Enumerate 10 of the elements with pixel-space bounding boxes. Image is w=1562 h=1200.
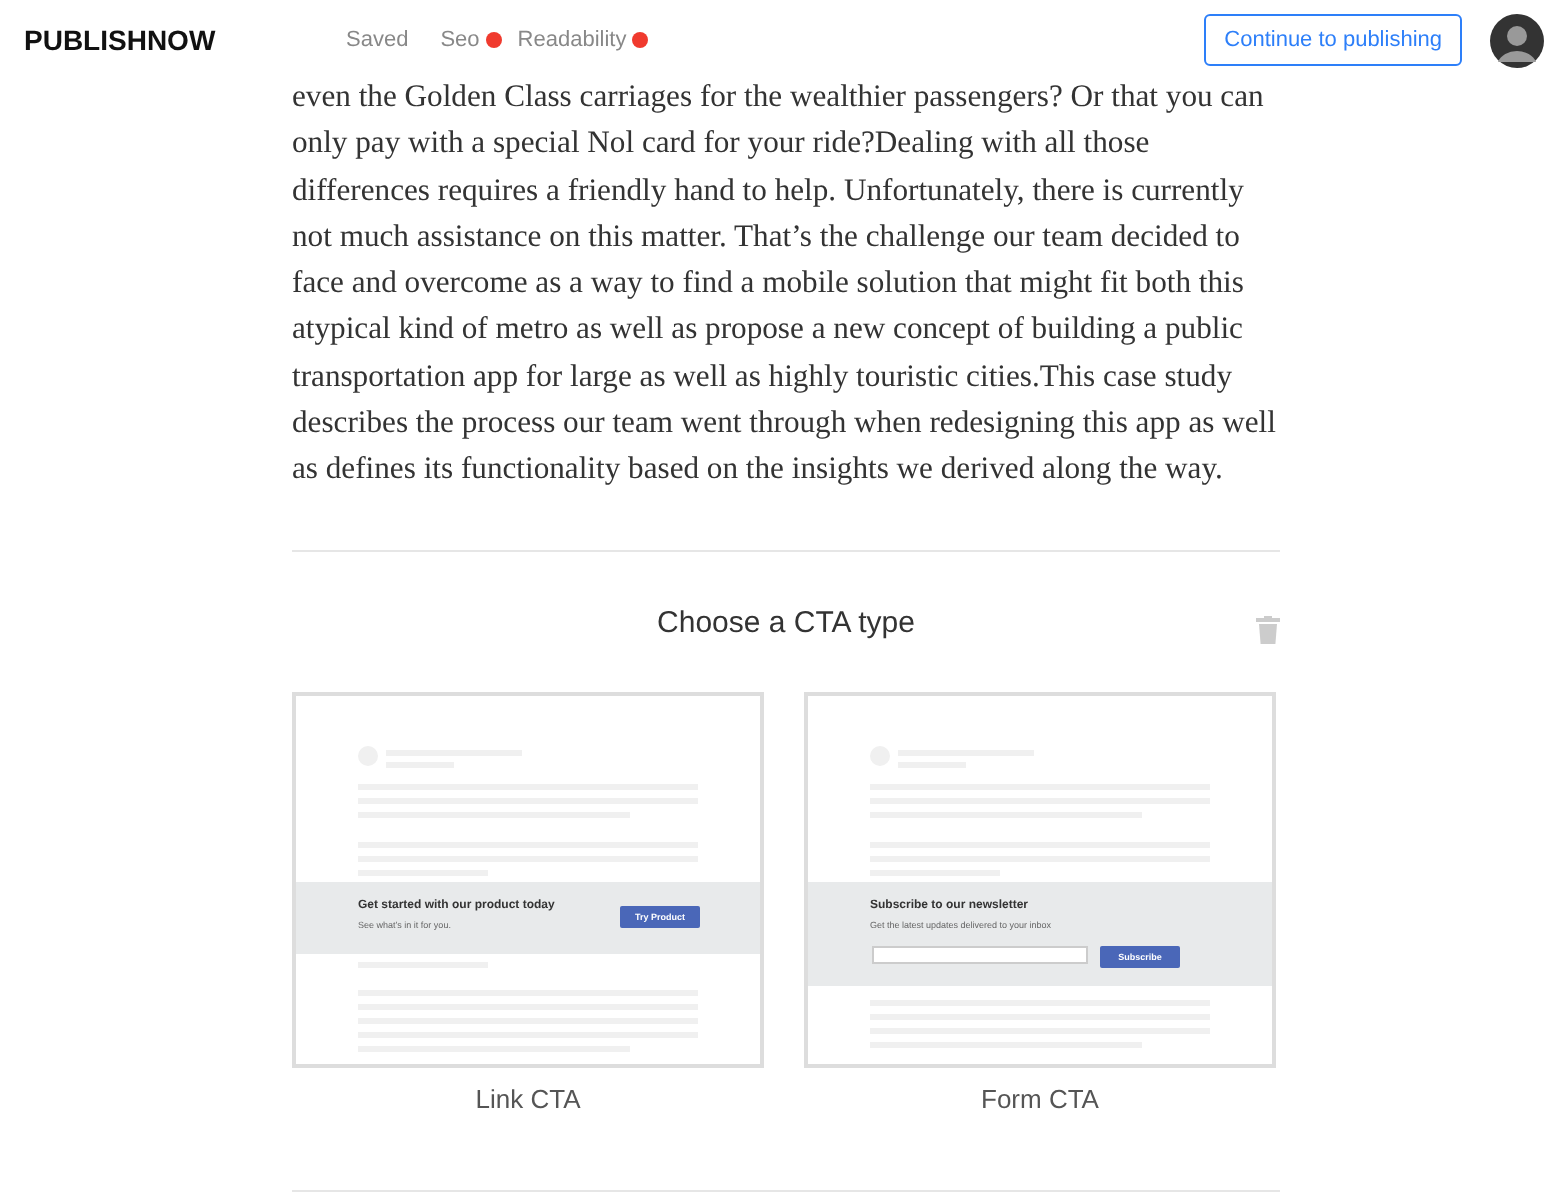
section-title: Choose a CTA type (657, 606, 915, 641)
check-status: Seo (440, 28, 502, 52)
publish-button[interactable]: Continue to publishing (1204, 14, 1462, 66)
option-label: Form CTA (981, 1083, 1099, 1114)
avatar-icon[interactable] (1490, 13, 1544, 67)
logo[interactable]: PUBLISHNOW (24, 24, 346, 56)
article-paragraph: even the Golden Class carriages for the wealthier passengers? Or that you can only pay with a special Nol card for your ride?Dealing with all those differences requires a friendly hand to help. Unfortunately, there is currently not much assistance on this matter. That’s the challenge our team decided to face and overcome as a way to find a mobile solution that might fit both this atypical kind of metro as well as propose a new concept of building a public transportation app for large as well as highly touristic cities.This case study describes the process our team went through when redesigning this app as well as defines its functionality based on the insights we derived along the way. (292, 78, 1278, 491)
option-label: Link CTA (475, 1083, 581, 1114)
check-status: Readability (517, 28, 649, 52)
save-status: Saved (346, 28, 409, 52)
